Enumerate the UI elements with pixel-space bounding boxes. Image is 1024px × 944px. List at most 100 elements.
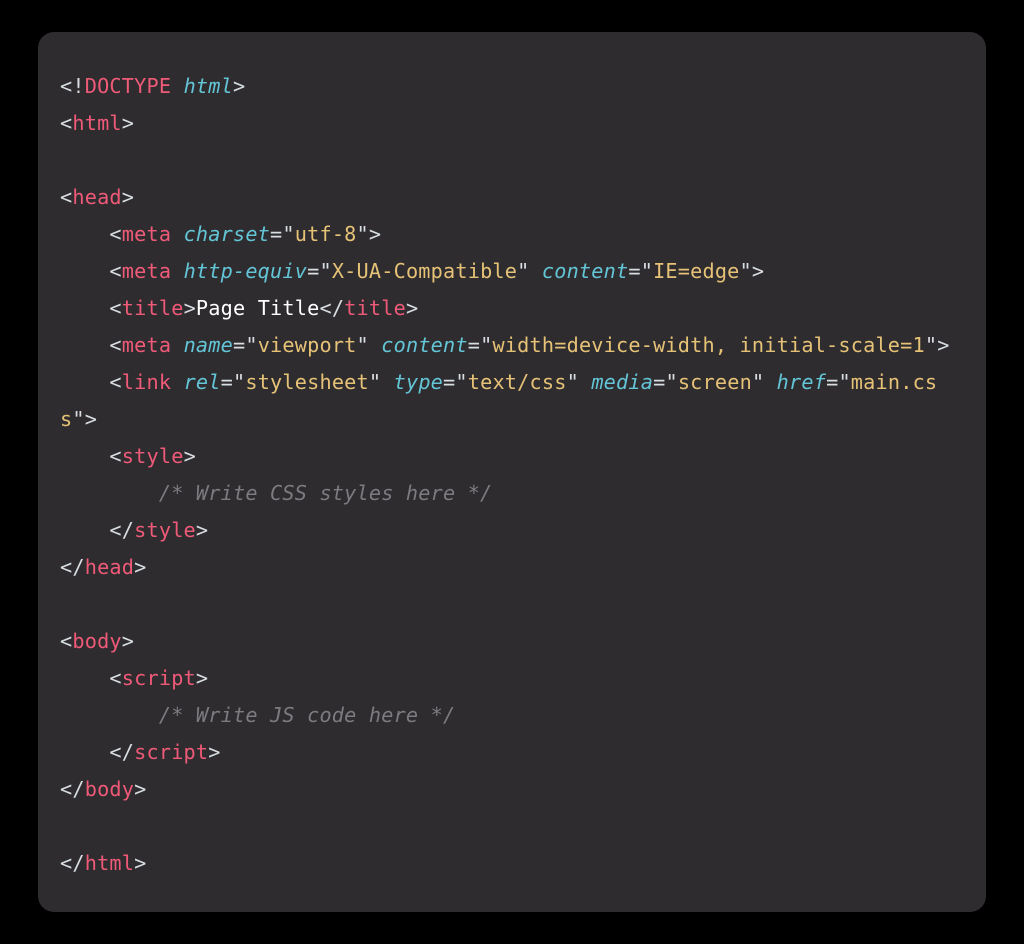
punct: / xyxy=(122,740,134,764)
punct: > xyxy=(196,666,208,690)
punct: > xyxy=(196,518,208,542)
punct: " xyxy=(925,333,937,357)
punct: > xyxy=(208,740,220,764)
punct: = xyxy=(233,333,245,357)
punct: " xyxy=(517,259,529,283)
val-viewport: viewport xyxy=(258,333,357,357)
tag-head: head xyxy=(72,185,121,209)
punct: > xyxy=(752,259,764,283)
punct: > xyxy=(184,444,196,468)
attr-http-equiv: http-equiv xyxy=(184,259,308,283)
punct: < xyxy=(60,555,72,579)
attr-charset: charset xyxy=(184,222,270,246)
attr-media: media xyxy=(591,370,653,394)
punct: < xyxy=(319,296,331,320)
punct: > xyxy=(134,555,146,579)
code-editor[interactable]: <!DOCTYPE html> <html> <head> <meta char… xyxy=(38,32,986,912)
indent xyxy=(60,296,109,320)
punct: > xyxy=(134,777,146,801)
doctype-keyword: DOCTYPE xyxy=(85,74,171,98)
indent xyxy=(60,481,159,505)
tag-title: title xyxy=(122,296,184,320)
punct: < xyxy=(60,851,72,875)
tag-body: body xyxy=(72,629,121,653)
attr-content: content xyxy=(381,333,467,357)
punct: = xyxy=(653,370,665,394)
tag-link: link xyxy=(122,370,171,394)
indent xyxy=(60,518,109,542)
punct: < xyxy=(109,333,121,357)
tag-html-close: html xyxy=(85,851,134,875)
punct: / xyxy=(332,296,344,320)
punct: > xyxy=(406,296,418,320)
punct: < xyxy=(109,666,121,690)
punct: > xyxy=(122,111,134,135)
val-textcss: text/css xyxy=(468,370,567,394)
indent xyxy=(60,703,159,727)
attr-content: content xyxy=(542,259,628,283)
punct: " xyxy=(245,333,257,357)
indent xyxy=(60,333,109,357)
punct: " xyxy=(752,370,764,394)
code-content: <!DOCTYPE html> <html> <head> <meta char… xyxy=(60,68,964,882)
val-utf8: utf-8 xyxy=(295,222,357,246)
val-xua: X-UA-Compatible xyxy=(332,259,517,283)
punct: > xyxy=(122,185,134,209)
punct: < xyxy=(109,518,121,542)
val-viewport-content: width=device-width, initial-scale=1 xyxy=(492,333,924,357)
punct: < xyxy=(109,296,121,320)
punct: > xyxy=(184,296,196,320)
punct: / xyxy=(72,851,84,875)
tag-head-close: head xyxy=(85,555,134,579)
punct: " xyxy=(665,370,677,394)
punct: > xyxy=(369,222,381,246)
title-text: Page Title xyxy=(196,296,320,320)
tag-meta: meta xyxy=(122,333,171,357)
punct: < xyxy=(60,74,72,98)
attr-href: href xyxy=(777,370,826,394)
punct: " xyxy=(282,222,294,246)
punct: " xyxy=(838,370,850,394)
punct: = xyxy=(270,222,282,246)
punct: < xyxy=(60,777,72,801)
attr-type: type xyxy=(394,370,443,394)
punct: < xyxy=(60,111,72,135)
punct: < xyxy=(109,370,121,394)
punct: " xyxy=(357,222,369,246)
punct: = xyxy=(443,370,455,394)
indent xyxy=(60,222,109,246)
comment-css: /* Write CSS styles here */ xyxy=(159,481,493,505)
indent xyxy=(60,666,109,690)
comment-js: /* Write JS code here */ xyxy=(159,703,456,727)
tag-script: script xyxy=(122,666,196,690)
punct: " xyxy=(233,370,245,394)
punct: " xyxy=(455,370,467,394)
punct: > xyxy=(233,74,245,98)
indent xyxy=(60,259,109,283)
punct: < xyxy=(109,259,121,283)
punct: " xyxy=(357,333,369,357)
val-screen: screen xyxy=(678,370,752,394)
punct: / xyxy=(122,518,134,542)
punct: > xyxy=(937,333,949,357)
tag-body-close: body xyxy=(85,777,134,801)
val-stylesheet: stylesheet xyxy=(245,370,369,394)
tag-html: html xyxy=(72,111,121,135)
tag-style: style xyxy=(122,444,184,468)
punct: > xyxy=(122,629,134,653)
punct: " xyxy=(319,259,331,283)
punct: / xyxy=(72,777,84,801)
punct: / xyxy=(72,555,84,579)
val-ieedge: IE=edge xyxy=(653,259,739,283)
punct: = xyxy=(307,259,319,283)
tag-meta: meta xyxy=(122,222,171,246)
punct: = xyxy=(628,259,640,283)
punct: " xyxy=(641,259,653,283)
indent xyxy=(60,740,109,764)
indent xyxy=(60,444,109,468)
punct: " xyxy=(567,370,579,394)
punct: = xyxy=(221,370,233,394)
punct: < xyxy=(60,629,72,653)
punct: = xyxy=(468,333,480,357)
tag-meta: meta xyxy=(122,259,171,283)
